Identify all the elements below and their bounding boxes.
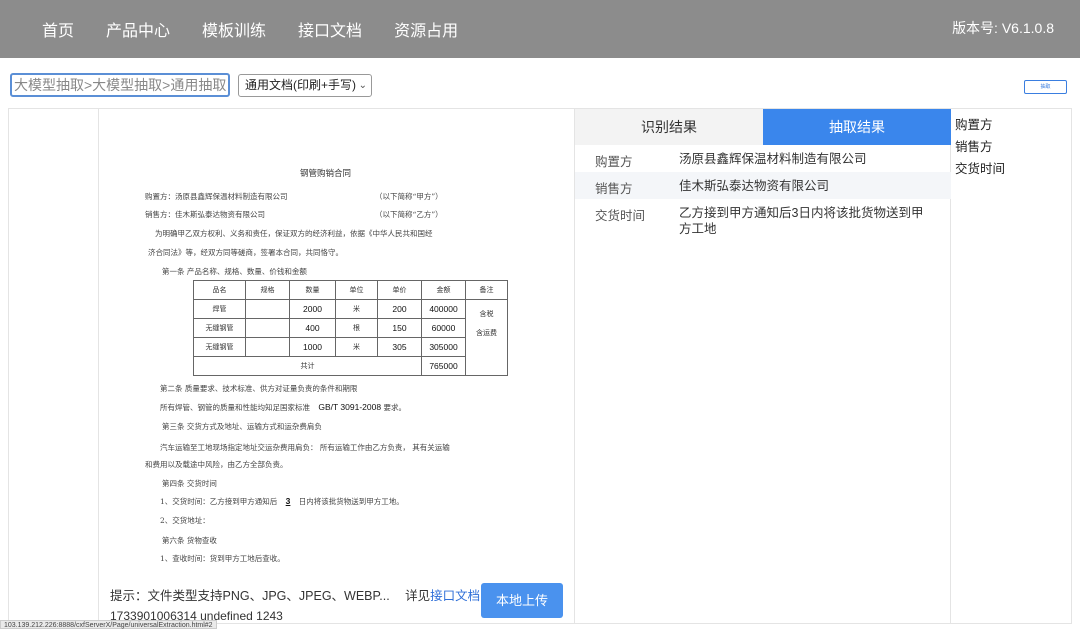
doc-intro-1: 为明确甲乙双方权利、义务和责任，保证双方的经济利益，依据《中华人民共和国经 [155, 229, 433, 238]
field-item[interactable]: 购置方 [955, 117, 1005, 139]
table-row: 无缝钢管 1000 米 305 305000 [193, 337, 508, 357]
tab-recognition-result[interactable]: 识别结果 [575, 109, 763, 145]
nav-products[interactable]: 产品中心 [106, 17, 170, 41]
local-upload-button[interactable]: 本地上传 [481, 583, 563, 618]
table-row: 销售方 佳木斯弘泰达物资有限公司 [575, 172, 951, 199]
doc-type-value: 通用文档(印刷+手写) [245, 78, 357, 92]
total-label: 共计 [193, 356, 422, 376]
th-price: 单价 [377, 280, 422, 300]
th-amount: 金额 [421, 280, 466, 300]
nav-template-training[interactable]: 模板训练 [202, 17, 266, 41]
th-unit: 单位 [335, 280, 378, 300]
thumbnail-column [9, 109, 99, 623]
table-row: 无缝钢管 400 根 150 60000 [193, 318, 508, 338]
th-note: 备注 [465, 280, 508, 300]
doc-article-4: 第四条 交货时间 [162, 479, 217, 488]
extract-button[interactable]: 抽取 [1024, 80, 1067, 94]
nav-api-docs[interactable]: 接口文档 [298, 17, 362, 41]
doc-article-6-item-1: 1、查收时间：货到甲方工地后查收。 [160, 554, 285, 563]
doc-article-4-item-1: 1、交货时间：乙方接到甲方通知后 3 日内将该批货物送到甲方工地。 [160, 496, 404, 506]
breadcrumb[interactable]: 大模型抽取>大模型抽取>通用抽取 [10, 73, 230, 97]
main-frame: 钢管购销合同 购置方：汤原县鑫辉保温材料制造有限公司 （以下简称“甲方”） 销售… [8, 108, 1072, 624]
doc-buyer: 购置方：汤原县鑫辉保温材料制造有限公司 [145, 192, 288, 201]
th-qty: 数量 [289, 280, 336, 300]
th-spec: 规格 [245, 280, 290, 300]
nav-resource-usage[interactable]: 资源占用 [394, 17, 458, 41]
table-row: 共计 765000 [193, 356, 508, 376]
doc-article-4-item-2: 2、交货地址： [160, 516, 210, 525]
doc-article-3-text-2: 和费用以及载途中风险，由乙方全部负责。 [145, 460, 288, 469]
doc-type-select[interactable]: 通用文档(印刷+手写) ⌄ [238, 74, 372, 97]
doc-title: 钢管购销合同 [300, 169, 352, 179]
extraction-table: 购置方 汤原县鑫辉保温材料制造有限公司 销售方 佳木斯弘泰达物资有限公司 交货时… [575, 145, 951, 241]
doc-article-3-text-1: 汽车运输至工地现场指定地址交运杂费用肩负： 所有运输工作由乙方负责， 其有关运输 [160, 443, 450, 452]
nav-home[interactable]: 首页 [42, 17, 74, 41]
field-item[interactable]: 交货时间 [955, 161, 1005, 183]
top-nav: 首页 产品中心 模板训练 接口文档 资源占用 版本号: V6.1.0.8 [0, 0, 1080, 58]
table-row: 焊管 2000 米 200 400000 含税 含运费 [193, 299, 508, 376]
field-list: 购置方 销售方 交货时间 [955, 117, 1005, 183]
version-label: 版本号: V6.1.0.8 [952, 20, 1054, 36]
status-url: 103.139.212.226:8888/cxfServerX/Page/uni… [0, 620, 217, 629]
doc-article-1: 第一条 产品名称、规格、数量、价钱和金额 [162, 267, 307, 276]
note-cell: 含税 含运费 [465, 299, 508, 376]
document-preview[interactable]: 钢管购销合同 购置方：汤原县鑫辉保温材料制造有限公司 （以下简称“甲方”） 销售… [100, 109, 573, 571]
upload-tip: 提示：文件类型支持PNG、JPG、JPEG、WEBP... 详见接口文档 [110, 589, 481, 603]
doc-article-2-text: 所有焊管、钢管的质量和性能均知足国家标准 GB/T 3091-2008 要求。 [160, 402, 406, 412]
doc-article-2: 第二条 质量要求、技术标准、供方对证量负责的条件和期限 [160, 384, 358, 393]
chevron-down-icon: ⌄ [358, 80, 367, 91]
result-panel: 识别结果 抽取结果 购置方 汤原县鑫辉保温材料制造有限公司 销售方 佳木斯弘泰达… [574, 109, 951, 623]
table-row: 购置方 汤原县鑫辉保温材料制造有限公司 [595, 152, 867, 169]
doc-seller-abbr: （以下简称“乙方”） [375, 210, 443, 219]
field-item[interactable]: 销售方 [955, 139, 1005, 161]
doc-article-3: 第三条 交货方式及地址、运输方式和运杂费肩负 [162, 422, 322, 431]
doc-article-6: 第六条 货物查收 [162, 536, 217, 545]
doc-buyer-abbr: （以下简称“甲方”） [375, 192, 443, 201]
doc-seller: 销售方：佳木斯弘泰达物资有限公司 [145, 210, 265, 219]
upload-tip-bar: 提示：文件类型支持PNG、JPG、JPEG、WEBP... 详见接口文档 173… [100, 571, 573, 623]
table-row: 交货时间 乙方接到甲方通知后3日内将该批货物送到甲方工地 [595, 206, 924, 236]
th-name: 品名 [193, 280, 246, 300]
doc-product-table: 品名 规格 数量 单位 单价 金额 备注 焊管 2000 米 200 40000… [193, 280, 508, 376]
result-tabs: 识别结果 抽取结果 [575, 109, 951, 145]
tab-extraction-result[interactable]: 抽取结果 [763, 109, 951, 145]
doc-intro-2: 济合同法》等，经双方同等磋商，签署本合同，共同恪守。 [148, 248, 343, 257]
api-doc-link[interactable]: 接口文档 [430, 589, 480, 603]
total-value: 765000 [421, 356, 466, 376]
